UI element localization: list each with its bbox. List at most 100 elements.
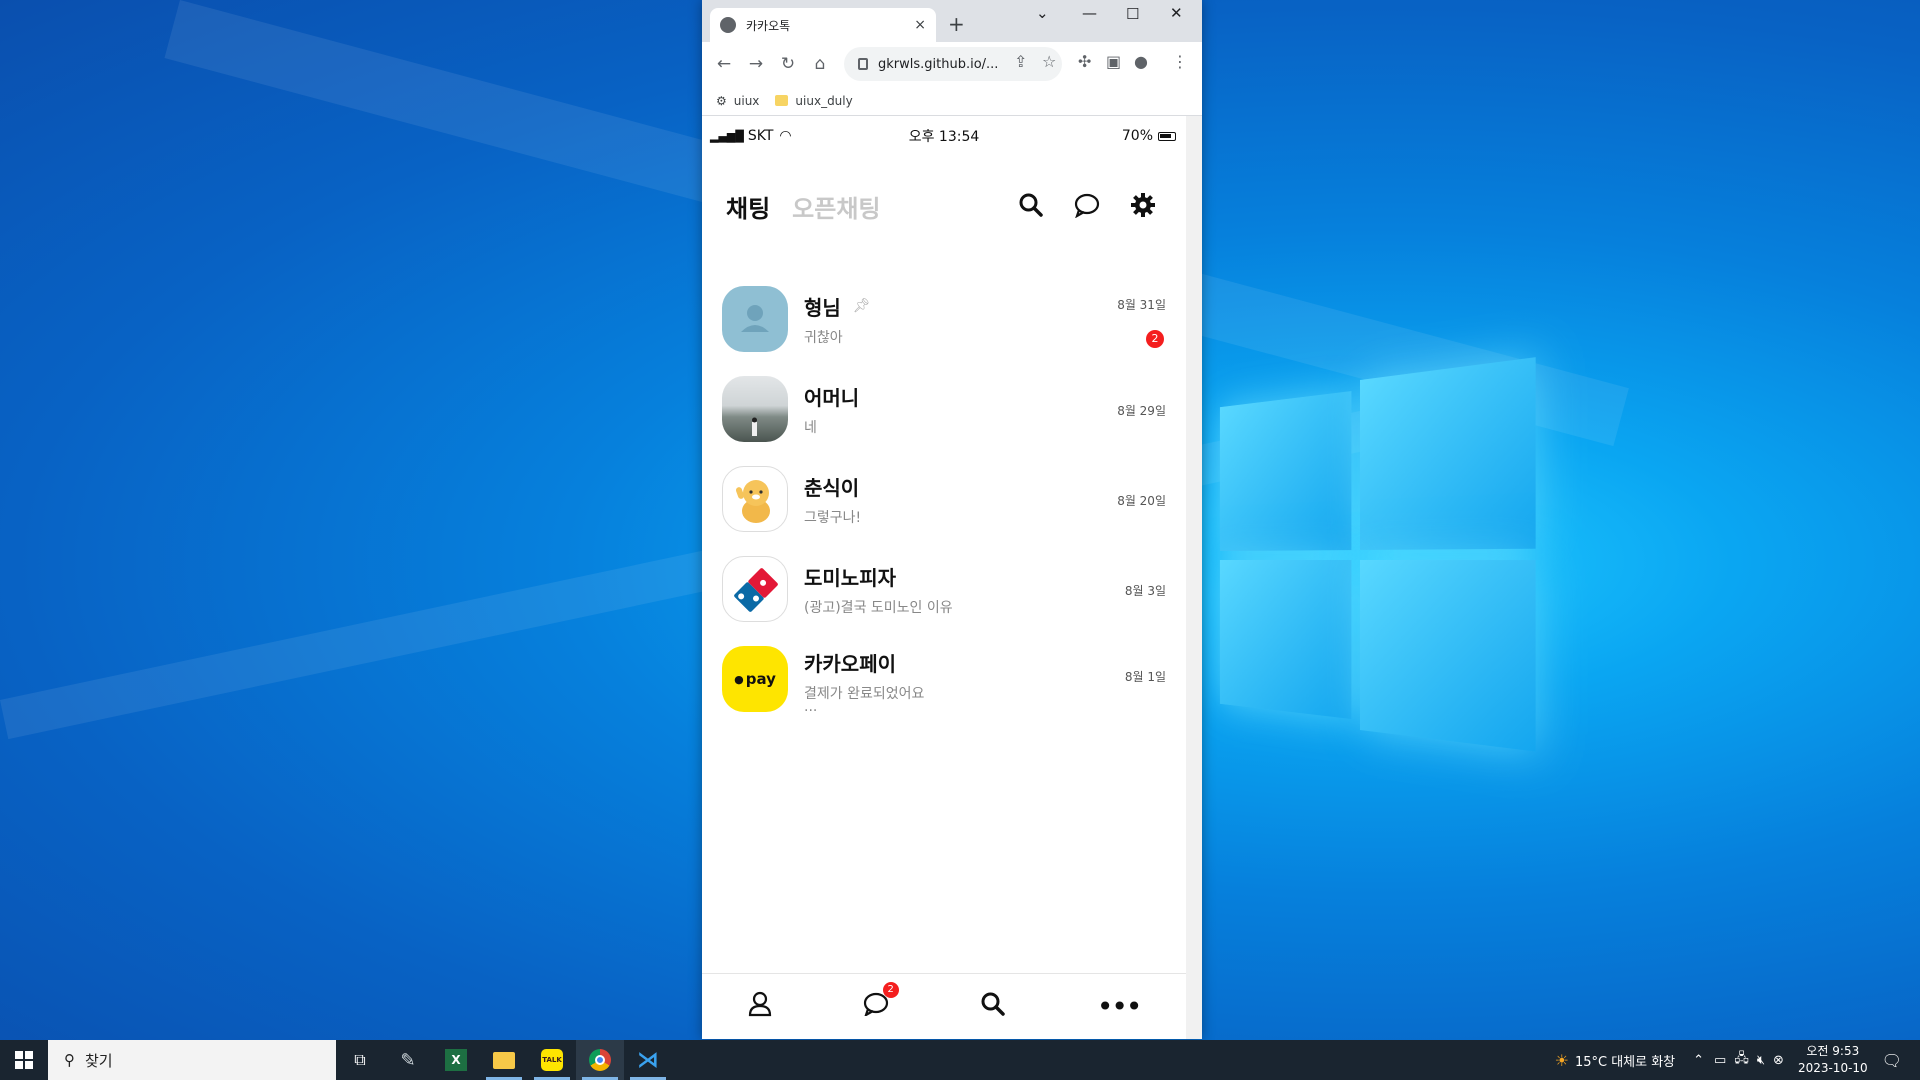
settings-gear-icon[interactable] [1130,192,1156,225]
tab-open-chat[interactable]: 오픈채팅 [792,189,880,224]
dominos-logo [734,568,778,612]
browser-tab[interactable]: 카카오톡 × [710,8,936,42]
bookmark-uiux[interactable]: ⚙ uiux [716,94,759,108]
chat-date: 8월 3일 [1124,584,1166,598]
avatar [722,556,788,622]
tab-search-icon[interactable]: ⌄ [1036,4,1049,22]
nav-friends-icon[interactable] [748,991,772,1023]
system-tray: ☀ 15°C 대체로 화창 ⌃ ▭ 🖧︎ 🔇︎ ⊗ 오전 9:53 2023-1… [1555,1040,1920,1080]
notification-icon[interactable]: 🗨︎ [1882,1051,1902,1070]
avatar [722,466,788,532]
avatar [722,286,788,352]
search-icon: ⚲ [64,1051,75,1069]
side-panel-icon[interactable]: ▣ [1106,52,1121,71]
windows-logo-wallpaper [1219,357,1536,763]
chat-name: 어머니 [804,385,860,410]
chat-item-mother[interactable]: 어머니 네 8월 29일 [702,364,1186,454]
windows-taskbar: ⚲ 찾기 ⧉ ✎ X TALK ⋊ ☀ 15°C 대체로 화창 ⌃ ▭ 🖧︎ 🔇… [0,1040,1920,1080]
tab-strip: 카카오톡 × + ⌄ — ☐ ✕ [702,0,1202,42]
chat-item-choonsik[interactable]: 춘식이 그렇구나! 8월 20일 [702,454,1186,544]
chat-last-message-more: ... [804,698,818,715]
bookmarks-bar: ⚙ uiux uiux_duly [702,86,1202,116]
bookmark-uiux-duly[interactable]: uiux_duly [775,94,853,108]
avatar [722,376,788,442]
chat-item-hyungnim[interactable]: 형님 📌︎ 귀찮아 8월 31일 2 [702,274,1186,364]
status-time: 오후 13:54 [908,129,980,145]
page-scrollbar[interactable] [1186,116,1202,1039]
minimize-button[interactable]: — [1082,4,1097,22]
pin-icon: 📌︎ [852,298,871,314]
chat-item-dominos[interactable]: 도미노피자 (광고)결국 도미노인 이유 8월 3일 [702,544,1186,634]
gear-icon: ⚙ [716,93,727,108]
globe-icon [720,17,736,33]
maximize-button[interactable]: ☐ [1126,5,1139,23]
kakaotalk-taskbar-icon[interactable]: TALK [528,1040,576,1080]
weather-text[interactable]: 15°C 대체로 화창 [1575,1051,1675,1070]
network-icon[interactable]: 🖧︎ [1734,1049,1749,1071]
chat-last-message: 귀찮아 [804,329,843,346]
bookmark-star-icon[interactable]: ☆ [1042,52,1056,71]
address-bar[interactable]: gkrwls.github.io/... [844,47,1062,81]
new-tab-button[interactable]: + [948,12,965,36]
folder-icon [775,95,789,106]
kakaopay-logo: pay [745,670,776,688]
url-text: gkrwls.github.io/... [878,56,999,72]
speech-bubble-icon: ● [734,672,744,686]
chat-header: 채팅 오픈채팅 [702,156,1186,256]
chat-name: 도미노피자 [804,565,896,590]
battery-indicator: 70% [1122,128,1176,144]
nav-more-icon[interactable]: ••• [1097,990,1143,1023]
signal-icon: ▂▄▆█ [710,129,744,143]
file-explorer-icon[interactable] [480,1040,528,1080]
taskbar-search[interactable]: ⚲ 찾기 [48,1040,336,1080]
close-window-button[interactable]: ✕ [1170,4,1183,22]
chat-date: 8월 20일 [1117,494,1166,508]
windows-start-icon [15,1051,33,1069]
unread-badge: 2 [1146,330,1164,348]
start-button[interactable] [0,1040,48,1080]
tab-chat[interactable]: 채팅 [726,189,770,224]
chat-last-message: (광고)결국 도미노인 이유 [804,599,953,616]
volume-muted-icon[interactable]: 🔇︎ [1757,1053,1765,1068]
extensions-icon[interactable]: ✣ [1078,52,1091,71]
tab-close-button[interactable]: × [914,17,926,33]
chat-unread-badge: 2 [882,981,899,998]
forward-icon[interactable]: → [740,54,772,74]
chat-last-message: 그렇구나! [804,509,862,526]
nav-chats-icon[interactable]: 2 [863,981,899,1022]
vscode-icon[interactable]: ⋊ [624,1040,672,1080]
battery-icon [1158,131,1176,141]
search-placeholder: 찾기 [85,1051,113,1070]
wifi-icon: ◠ [779,128,792,144]
meet-now-icon[interactable]: ▭ [1714,1053,1726,1068]
chat-date: 8월 29일 [1117,404,1166,418]
home-icon[interactable]: ⌂ [804,54,836,74]
chevron-up-icon[interactable]: ⌃ [1693,1053,1704,1068]
tab-title: 카카오톡 [746,18,791,33]
menu-icon[interactable]: ⋮ [1172,52,1188,71]
chat-name: 춘식이 [804,475,860,500]
share-icon[interactable]: ⇪ [1014,52,1027,71]
chrome-icon[interactable] [576,1040,624,1080]
weather-icon[interactable]: ☀ [1555,1051,1569,1070]
lock-icon [858,58,868,70]
back-icon[interactable]: ← [708,54,740,74]
excel-icon[interactable]: X [432,1040,480,1080]
status-x-icon[interactable]: ⊗ [1773,1053,1784,1068]
chat-name: 형님 [804,295,841,320]
chat-item-kakaopay[interactable]: ● pay 카카오페이 결제가 완료되었어요 ... 8월 1일 [702,634,1186,724]
phone-status-bar: ▂▄▆█ SKT ◠ 오후 13:54 70% [702,116,1186,156]
chat-name: 카카오페이 [804,651,896,676]
taskbar-clock[interactable]: 오전 9:53 2023-10-10 [1798,1043,1868,1077]
bottom-nav: 2 ••• [702,973,1186,1039]
pen-app-icon[interactable]: ✎ [384,1040,432,1080]
browser-window: 카카오톡 × + ⌄ — ☐ ✕ ← → ↻ ⌂ gkrwls.github.i… [702,0,1202,1039]
kakaotalk-app: ▂▄▆█ SKT ◠ 오후 13:54 70% 채팅 오픈채팅 형님 📌︎ 귀찮… [702,116,1186,1039]
search-icon[interactable] [1018,192,1044,225]
new-chat-icon[interactable] [1074,192,1100,225]
browser-toolbar: ← → ↻ ⌂ gkrwls.github.io/... ⇪ ☆ ✣ ▣ ● ⋮ [702,42,1202,86]
reload-icon[interactable]: ↻ [772,54,804,74]
nav-search-icon[interactable] [980,991,1006,1023]
profile-icon[interactable]: ● [1134,52,1148,71]
task-view-button[interactable]: ⧉ [336,1040,384,1080]
